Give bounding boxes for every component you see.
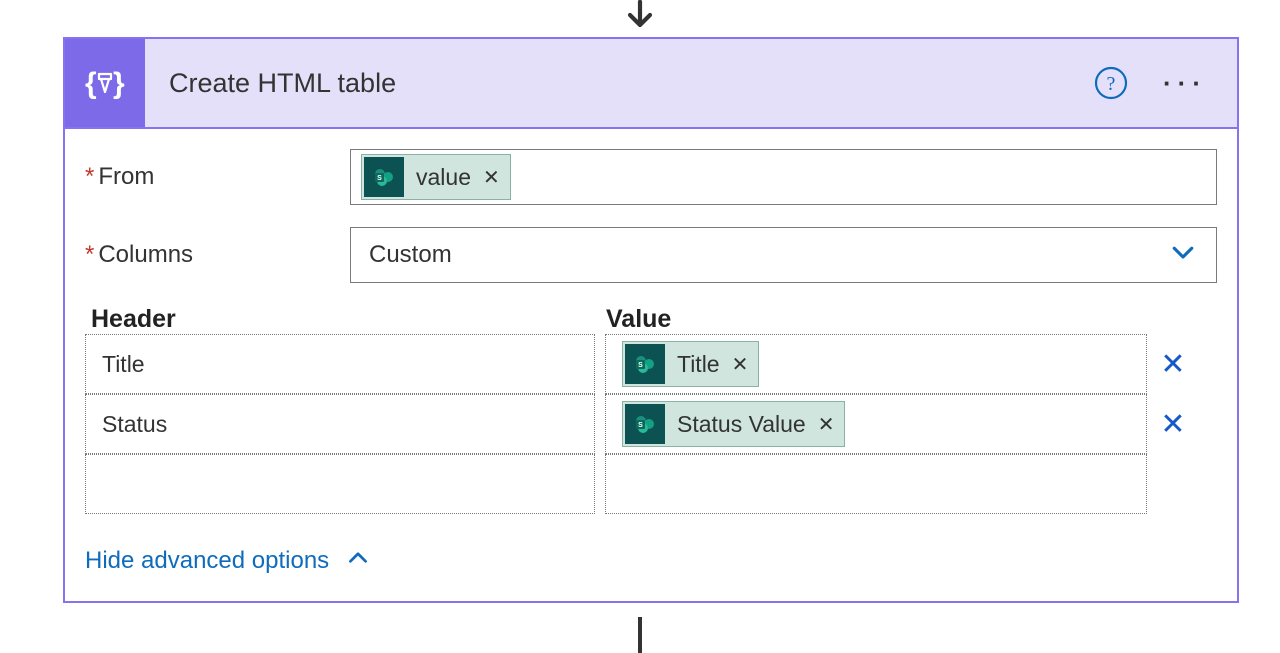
chevron-down-icon [1168,237,1198,274]
from-input[interactable]: S value ✕ [350,149,1217,205]
token-remove-button[interactable]: ✕ [483,165,500,190]
sharepoint-icon: S [625,344,665,384]
svg-text:S: S [638,422,643,429]
token-remove-button[interactable]: ✕ [818,412,835,437]
required-indicator: * [85,241,94,268]
help-button[interactable]: ? [1089,61,1133,105]
columns-grid: Title S Title ✕ ✕ Status [85,334,1217,514]
grid-value-cell[interactable]: S Title ✕ [605,334,1147,394]
flow-arrow-down-icon [620,0,660,40]
from-field-row: *From S value ✕ [85,149,1217,205]
grid-header-text: Status [102,411,167,438]
token-label: Status Value [677,411,806,438]
action-card-header[interactable]: { } Create HTML table ? ··· [65,39,1237,129]
action-card: { } Create HTML table ? ··· *From S valu… [63,37,1239,603]
sharepoint-icon: S [364,157,404,197]
dynamic-content-token[interactable]: S Status Value ✕ [622,401,845,447]
chevron-up-icon [345,544,371,577]
dynamic-content-token[interactable]: S Title ✕ [622,341,759,387]
required-indicator: * [85,163,94,190]
columns-grid-headers: Header Value [85,305,1217,334]
svg-text:}: } [113,67,125,100]
grid-header-value: Value [606,305,1217,334]
columns-field-row: *Columns Custom [85,227,1217,283]
columns-grid-row: Title S Title ✕ ✕ [85,334,1217,394]
token-remove-button[interactable]: ✕ [732,352,749,377]
advanced-options-label: Hide advanced options [85,547,329,575]
action-card-body: *From S value ✕ *Columns Custom [65,129,1237,601]
grid-header-cell[interactable]: Title [85,334,595,394]
grid-value-cell[interactable] [605,454,1147,514]
token-label: value [416,164,471,191]
columns-selected-value: Custom [369,241,452,269]
columns-grid-row: Status S Status Value ✕ ✕ [85,394,1217,454]
delete-row-button[interactable]: ✕ [1147,394,1199,454]
grid-header-text: Title [102,351,145,378]
columns-select[interactable]: Custom [350,227,1217,283]
grid-header-cell[interactable]: Status [85,394,595,454]
svg-text:?: ? [1107,73,1116,95]
more-menu-button[interactable]: ··· [1163,61,1207,105]
flow-connector-line [638,617,642,653]
token-label: Title [677,351,720,378]
data-operations-icon: { } [65,39,145,127]
action-title: Create HTML table [145,68,1089,99]
grid-header-cell[interactable] [85,454,595,514]
svg-text:S: S [638,362,643,369]
grid-header-header: Header [91,305,606,334]
svg-text:{: { [85,67,97,100]
columns-label: *Columns [85,227,350,269]
advanced-options-toggle[interactable]: Hide advanced options [85,544,371,577]
svg-text:S: S [377,175,382,182]
grid-value-cell[interactable]: S Status Value ✕ [605,394,1147,454]
delete-row-button[interactable]: ✕ [1147,334,1199,394]
dynamic-content-token[interactable]: S value ✕ [361,154,511,200]
sharepoint-icon: S [625,404,665,444]
from-label: *From [85,149,350,191]
columns-grid-row: ✕ [85,454,1217,514]
